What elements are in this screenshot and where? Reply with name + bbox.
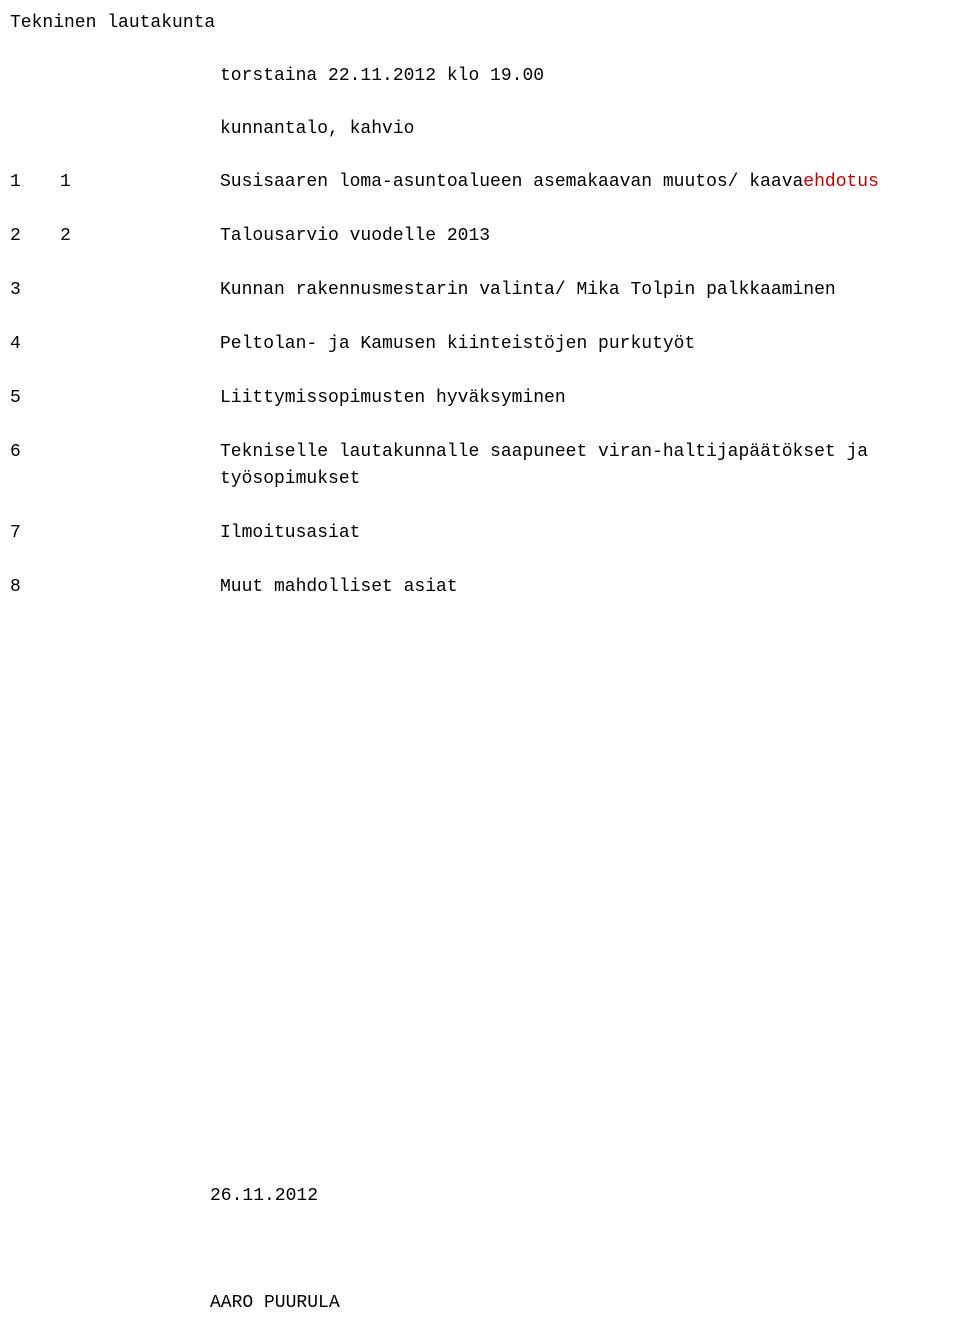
- agenda-subnumber: 2: [60, 223, 220, 250]
- agenda-text: Tekniselle lautakunnalle saapuneet viran…: [220, 439, 930, 493]
- agenda-text: Susisaaren loma-asuntoalueen asemakaavan…: [220, 169, 930, 196]
- agenda-number: 2: [10, 223, 60, 250]
- agenda-text-pre: Peltolan- ja Kamusen kiinteistöjen purku…: [220, 334, 695, 354]
- agenda-text-pre: Ilmoitusasiat: [220, 523, 360, 543]
- agenda-text-pre: Liittymissopimusten hyväksyminen: [220, 388, 566, 408]
- agenda-subnumber: [60, 331, 220, 358]
- agenda-number: 3: [10, 277, 60, 304]
- agenda-number: 1: [10, 169, 60, 196]
- agenda-number: 8: [10, 574, 60, 601]
- agenda-subnumber: [60, 277, 220, 304]
- document-header: Tekninen lautakunta torstaina 22.11.2012…: [10, 10, 930, 143]
- agenda-subnumber: [60, 439, 220, 493]
- agenda-subnumber: [60, 520, 220, 547]
- agenda-text-pre: Muut mahdolliset asiat: [220, 577, 458, 597]
- agenda-row: 6 Tekniselle lautakunnalle saapuneet vir…: [10, 439, 930, 493]
- agenda-row: 7 Ilmoitusasiat: [10, 520, 930, 547]
- agenda-text-highlight: ehdotus: [803, 172, 879, 192]
- agenda-text-pre: Tekniselle lautakunnalle saapuneet viran…: [220, 442, 868, 489]
- agenda-text-pre: Kunnan rakennusmestarin valinta/ Mika To…: [220, 280, 836, 300]
- agenda-row: 5 Liittymissopimusten hyväksyminen: [10, 385, 930, 412]
- meeting-location: kunnantalo, kahvio: [220, 116, 930, 143]
- agenda-number: 4: [10, 331, 60, 358]
- meeting-datetime: torstaina 22.11.2012 klo 19.00: [220, 63, 930, 90]
- agenda-list: 1 1 Susisaaren loma-asuntoalueen asemaka…: [10, 169, 930, 601]
- document-footer: 26.11.2012 AARO PUURULA: [210, 1183, 340, 1317]
- agenda-row: 8 Muut mahdolliset asiat: [10, 574, 930, 601]
- agenda-number: 6: [10, 439, 60, 493]
- agenda-text-pre: Susisaaren loma-asuntoalueen asemakaavan…: [220, 172, 803, 192]
- agenda-text: Muut mahdolliset asiat: [220, 574, 930, 601]
- agenda-text: Talousarvio vuodelle 2013: [220, 223, 930, 250]
- agenda-subnumber: [60, 574, 220, 601]
- agenda-subnumber: [60, 385, 220, 412]
- agenda-text: Ilmoitusasiat: [220, 520, 930, 547]
- footer-date: 26.11.2012: [210, 1183, 340, 1210]
- agenda-text: Kunnan rakennusmestarin valinta/ Mika To…: [220, 277, 930, 304]
- board-title: Tekninen lautakunta: [10, 10, 930, 37]
- footer-signature: AARO PUURULA: [210, 1290, 340, 1317]
- agenda-text-pre: Talousarvio vuodelle 2013: [220, 226, 490, 246]
- agenda-row: 2 2 Talousarvio vuodelle 2013: [10, 223, 930, 250]
- agenda-row: 1 1 Susisaaren loma-asuntoalueen asemaka…: [10, 169, 930, 196]
- agenda-number: 7: [10, 520, 60, 547]
- agenda-row: 3 Kunnan rakennusmestarin valinta/ Mika …: [10, 277, 930, 304]
- agenda-number: 5: [10, 385, 60, 412]
- agenda-subnumber: 1: [60, 169, 220, 196]
- agenda-text: Liittymissopimusten hyväksyminen: [220, 385, 930, 412]
- agenda-row: 4 Peltolan- ja Kamusen kiinteistöjen pur…: [10, 331, 930, 358]
- agenda-text: Peltolan- ja Kamusen kiinteistöjen purku…: [220, 331, 930, 358]
